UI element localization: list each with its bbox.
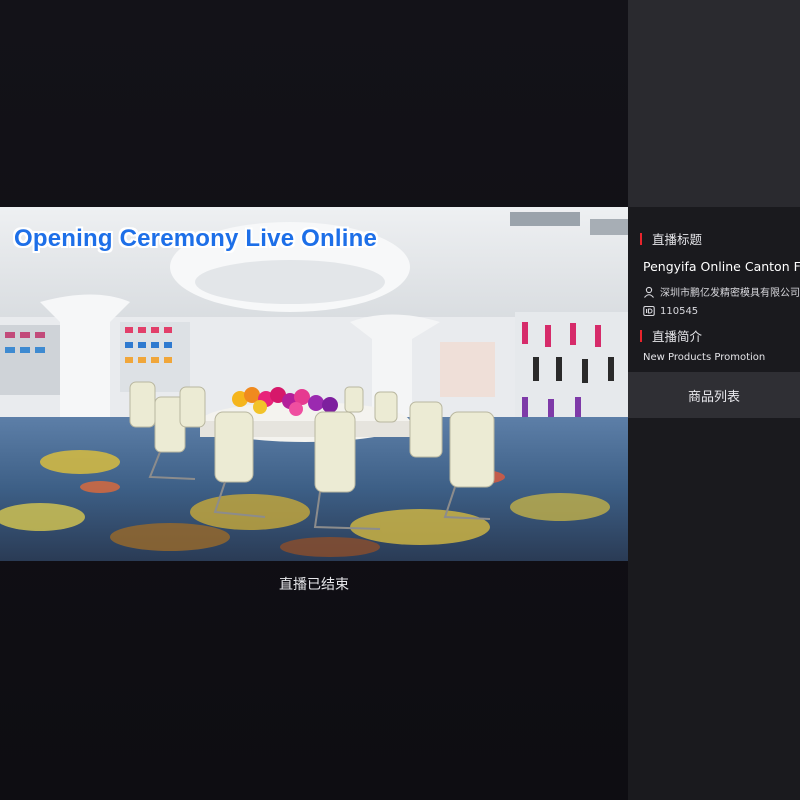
intro-section-label: 直播简介 — [652, 329, 703, 344]
title-section-header: 直播标题 — [640, 229, 702, 248]
user-icon — [644, 286, 654, 298]
showroom-image — [0, 207, 628, 561]
intro-text: New Products Promotion — [643, 352, 766, 363]
room-id-row: 110545 — [643, 305, 698, 317]
company-row: 深圳市鹏亿发精密模具有限公司 — [643, 284, 800, 299]
intro-section-header: 直播简介 — [640, 326, 702, 345]
video-player[interactable]: Opening Ceremony Live Online 直播已结束 — [0, 0, 628, 800]
product-list-tab[interactable]: 商品列表 — [628, 372, 800, 418]
title-section-label: 直播标题 — [652, 232, 703, 247]
sidebar: 直播标题 Pengyifa Online Canton Fair 深圳市鹏亿发精… — [628, 0, 800, 800]
section-accent-bar — [640, 232, 642, 245]
company-name: 深圳市鹏亿发精密模具有限公司 — [660, 288, 800, 299]
sidebar-top-panel — [628, 0, 800, 207]
video-overlay-title: Opening Ceremony Live Online — [14, 225, 377, 252]
live-ended-status: 直播已结束 — [279, 577, 349, 593]
id-card-icon — [643, 305, 655, 317]
product-list-label: 商品列表 — [687, 389, 740, 405]
stream-title: Pengyifa Online Canton Fair — [643, 259, 800, 274]
video-frame[interactable]: Opening Ceremony Live Online — [0, 207, 628, 561]
room-id: 110545 — [660, 305, 699, 317]
section-accent-bar — [640, 329, 642, 342]
